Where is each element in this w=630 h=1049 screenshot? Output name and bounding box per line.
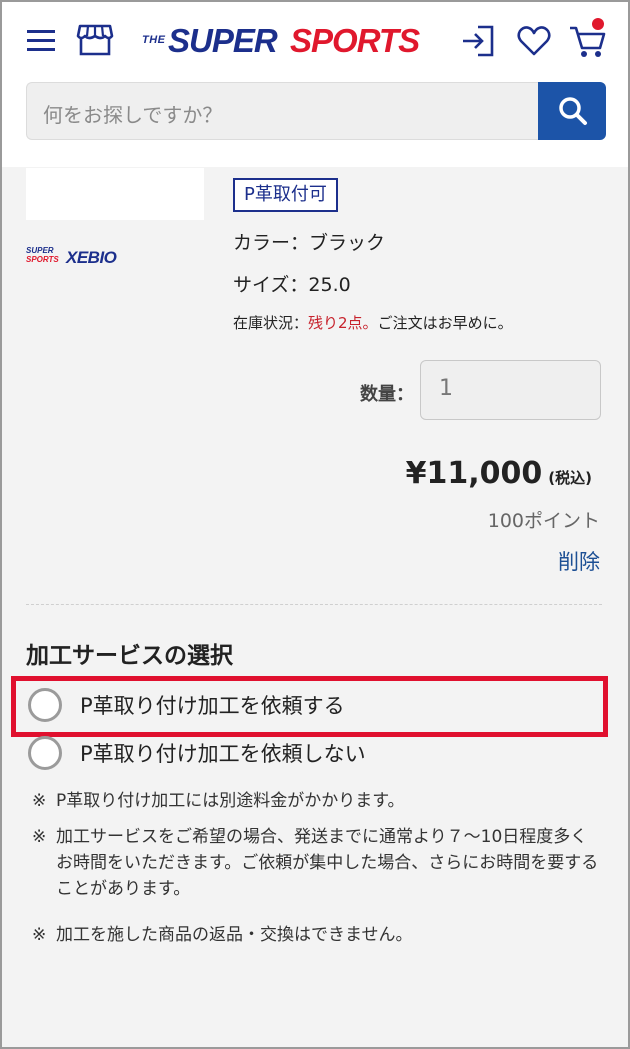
quantity-label: 数量： xyxy=(360,384,414,405)
service-section-title: 加工サービスの選択 xyxy=(26,643,233,669)
note-text: 加工サービスをご希望の場合、発送までに通常より７〜10日程度多くお時間をいただき… xyxy=(56,827,599,899)
search-icon xyxy=(559,97,587,125)
service-note-return: ※ 加工を施した商品の返品・交換はできません。 xyxy=(32,922,602,948)
search-button[interactable] xyxy=(538,82,606,140)
search-input[interactable]: 何をお探しですか？ xyxy=(26,82,540,140)
stock-message: ご注文はお早めに。 xyxy=(377,314,513,332)
brand-small-bottom: SPORTS xyxy=(26,255,59,264)
store-brand-logo: SUPER SPORTS XEBIO xyxy=(26,246,148,268)
section-divider xyxy=(26,604,602,605)
store-icon[interactable] xyxy=(76,22,114,58)
quantity-input[interactable]: 1 xyxy=(420,360,601,420)
product-price: ¥11,000 (税込) xyxy=(406,456,592,491)
delete-link[interactable]: 削除 xyxy=(558,546,600,576)
note-mark: ※ xyxy=(32,925,47,945)
logo-sports-text: SPORTS xyxy=(290,22,420,59)
logo-the-text: THE xyxy=(142,34,166,46)
option-badge: P革取付可 xyxy=(233,178,338,212)
site-logo[interactable]: THE SUPER SPORTS xyxy=(142,22,437,62)
brand-small-top: SUPER xyxy=(26,246,54,255)
radio-button-request[interactable] xyxy=(28,688,62,722)
service-note-fee: ※ P革取り付け加工には別途料金がかかります。 xyxy=(32,788,602,814)
product-size: サイズ：25.0 xyxy=(233,274,351,296)
note-text: 加工を施した商品の返品・交換はできません。 xyxy=(56,925,413,945)
heart-icon[interactable] xyxy=(516,24,552,58)
radio-label-request[interactable]: P革取り付け加工を依頼する xyxy=(80,690,345,720)
cart-badge-dot xyxy=(592,18,604,30)
reward-points: 100ポイント xyxy=(487,510,600,532)
logo-super-text: SUPER xyxy=(168,22,278,59)
radio-label-decline[interactable]: P革取り付け加工を依頼しない xyxy=(80,738,366,768)
site-header: THE SUPER SPORTS 何をお探しですか？ xyxy=(2,2,628,167)
product-color: カラー：ブラック xyxy=(233,232,386,254)
radio-button-decline[interactable] xyxy=(28,736,62,770)
stock-warning: 残り2点。 xyxy=(308,314,378,332)
product-image[interactable] xyxy=(26,168,204,220)
note-mark: ※ xyxy=(32,791,47,811)
price-value: ¥11,000 xyxy=(405,456,543,491)
tax-note: (税込) xyxy=(548,469,592,487)
service-note-delivery: ※ 加工サービスをご希望の場合、発送までに通常より７〜10日程度多くお時間をいた… xyxy=(32,824,602,904)
note-mark: ※ xyxy=(32,827,47,847)
note-text: P革取り付け加工には別途料金がかかります。 xyxy=(56,791,405,811)
brand-main-text: XEBIO xyxy=(66,248,117,267)
stock-label: 在庫状況： xyxy=(233,314,309,332)
login-icon[interactable] xyxy=(460,24,496,58)
stock-status: 在庫状況：残り2点。ご注文はお早めに。 xyxy=(233,312,513,333)
menu-icon[interactable] xyxy=(26,24,58,56)
